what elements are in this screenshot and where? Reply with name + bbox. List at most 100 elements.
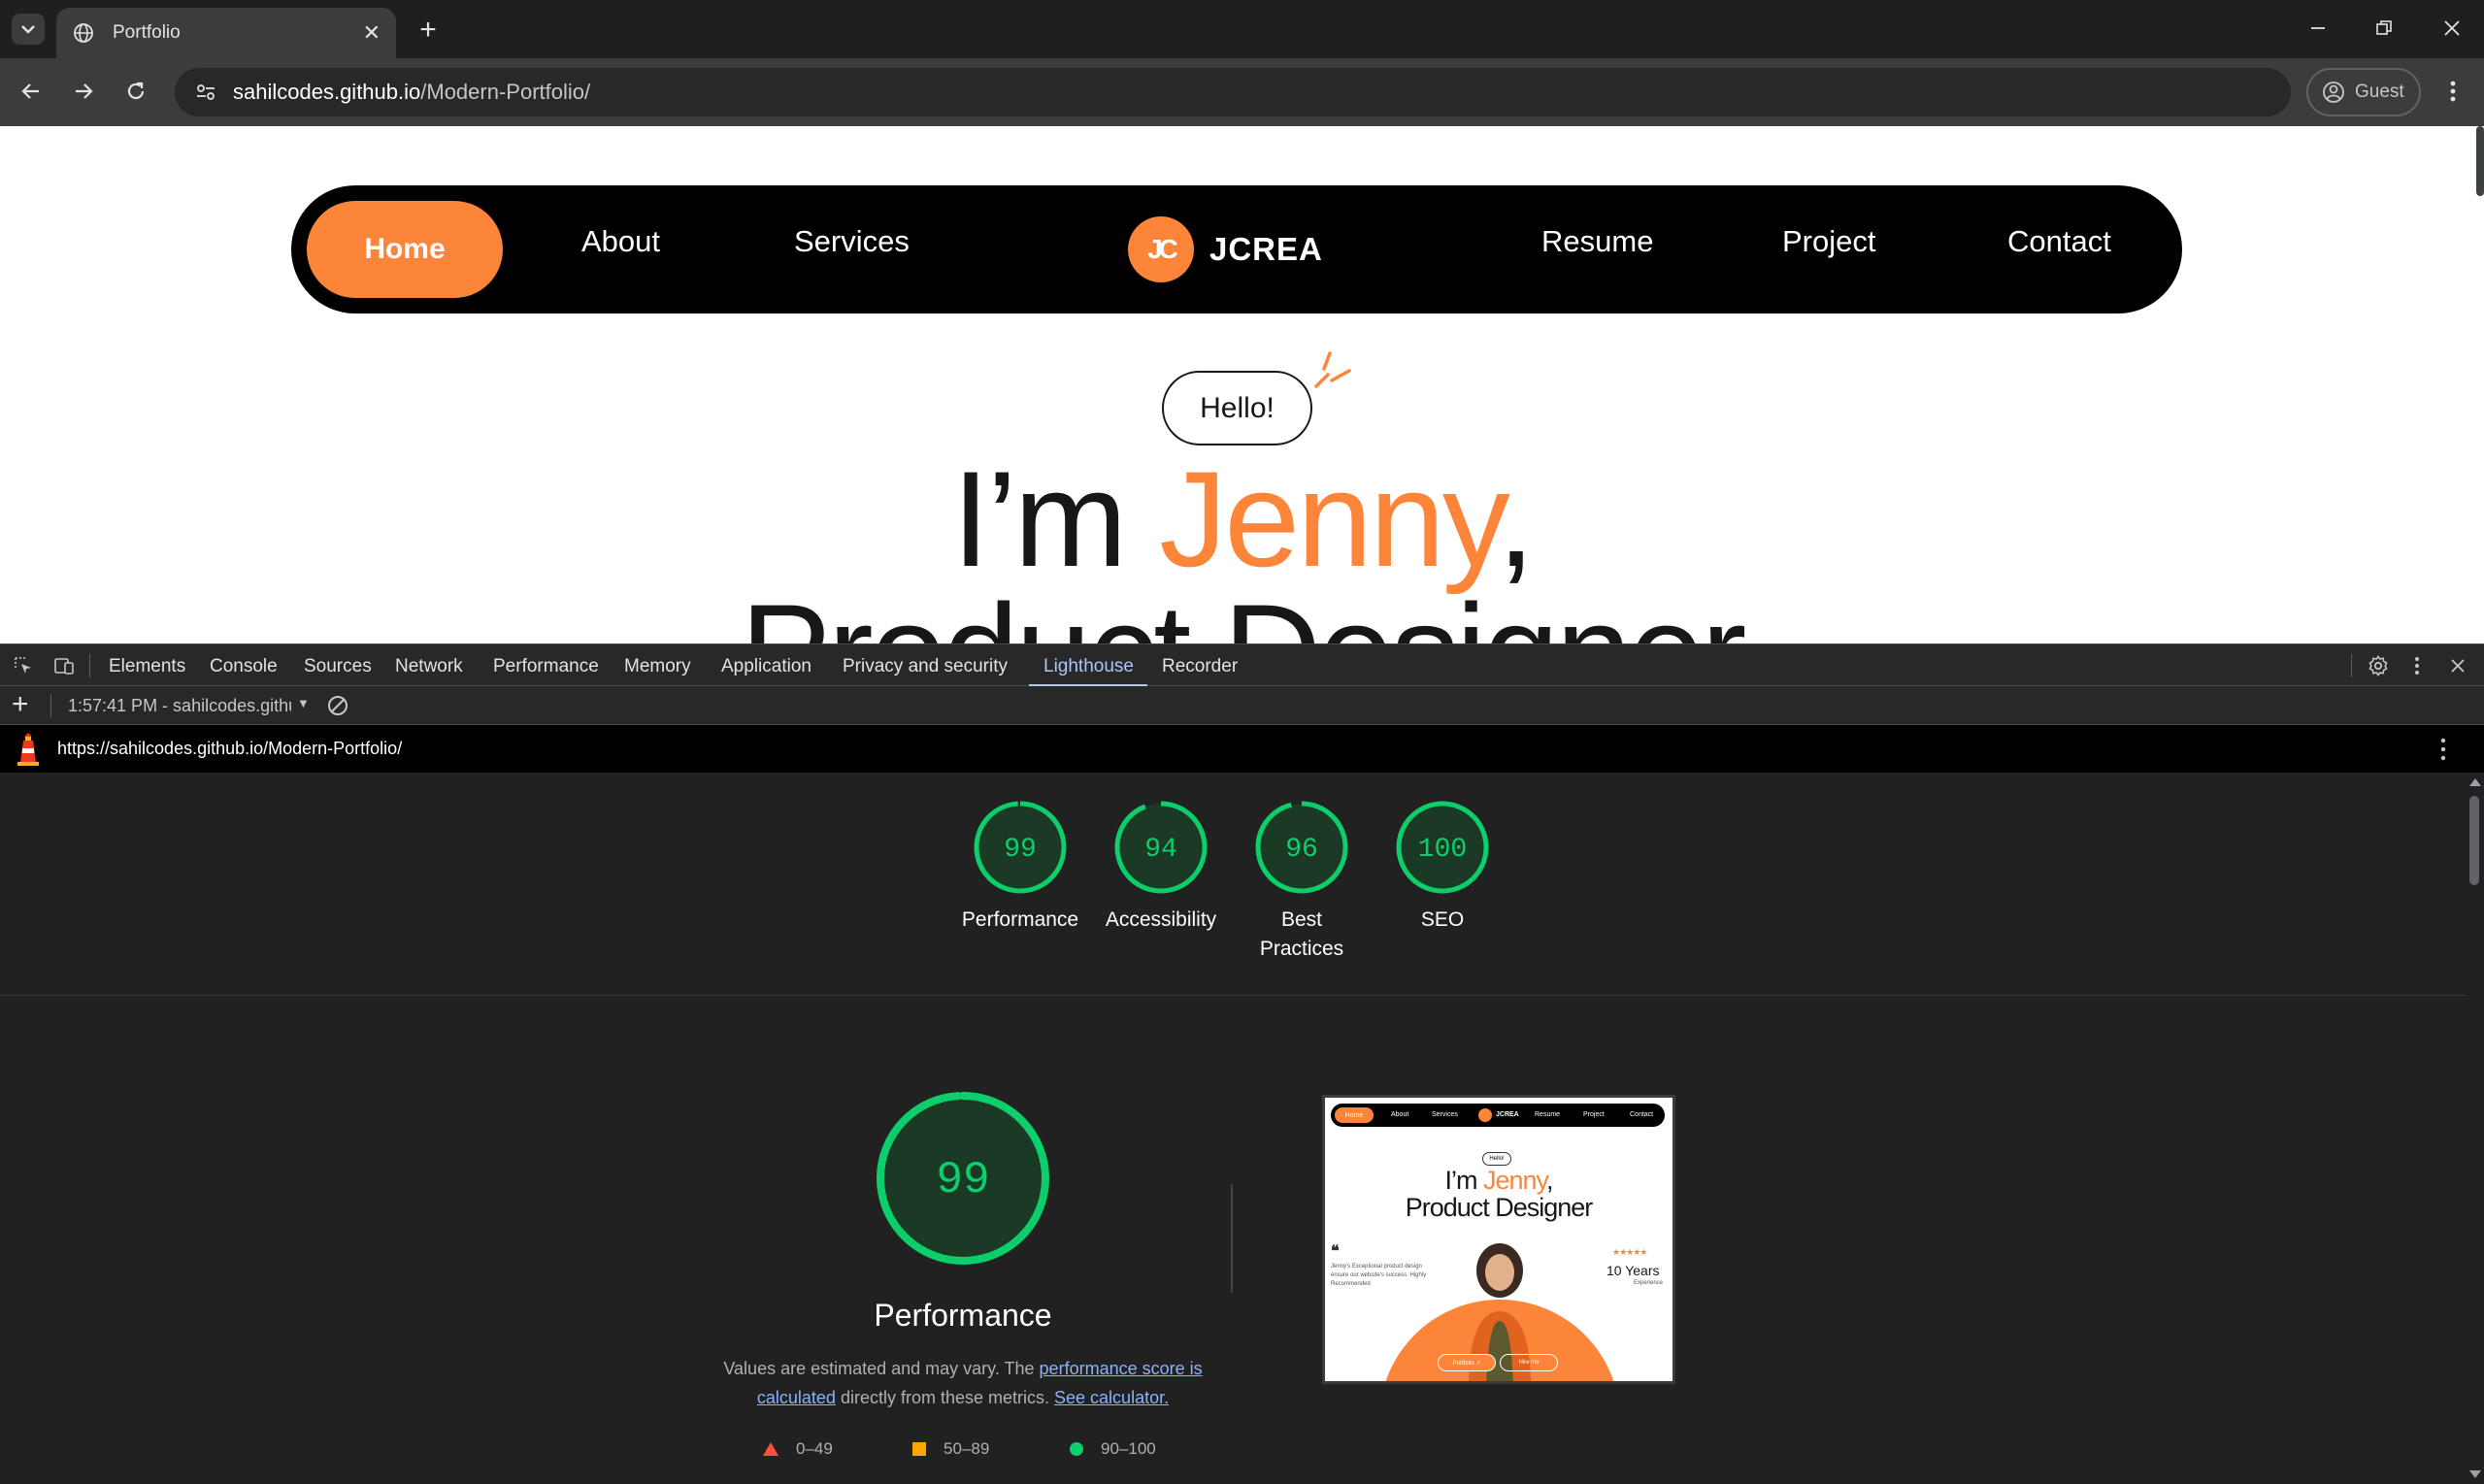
minimize-button[interactable] <box>2299 12 2337 45</box>
orange-square-icon <box>912 1442 926 1456</box>
nav-contact-link[interactable]: Contact <box>2007 224 2111 259</box>
page-scrollbar-thumb[interactable] <box>2476 126 2484 196</box>
devtools-menu-icon[interactable] <box>2403 652 2431 679</box>
legend-average-range: 50–89 <box>944 1439 990 1458</box>
forward-button[interactable] <box>64 72 103 111</box>
score-gauge[interactable]: 94 Accessibility <box>1083 799 1239 935</box>
profile-icon <box>2323 82 2344 103</box>
disclaimer-text-1: Values are estimated and may vary. The <box>723 1359 1040 1378</box>
close-window-button[interactable] <box>2433 12 2471 45</box>
score-gauge[interactable]: 100 SEO <box>1365 799 1520 935</box>
nav-services-link[interactable]: Services <box>794 224 910 259</box>
report-menu-icon[interactable] <box>2440 737 2446 762</box>
browser-tab[interactable]: Portfolio ✕ <box>56 8 396 58</box>
performance-score-gauge: 99 <box>877 1092 1049 1265</box>
chevron-down-icon <box>21 25 35 34</box>
url-path: /Modern-Portfolio/ <box>420 80 591 104</box>
site-info-icon[interactable] <box>188 75 223 110</box>
minimize-icon <box>2311 27 2325 29</box>
tab-lighthouse[interactable]: Lighthouse <box>1043 656 1134 677</box>
scroll-down-arrow-icon[interactable] <box>2469 1470 2481 1478</box>
tab-title: Portfolio <box>113 22 181 43</box>
site-navbar: Home About Services JC JCREA Resume Proj… <box>291 185 2182 313</box>
brand-logo: JC <box>1128 216 1194 282</box>
nav-about-link[interactable]: About <box>581 224 660 259</box>
globe-icon <box>74 23 93 43</box>
tab-network[interactable]: Network <box>395 656 463 677</box>
tab-strip: Portfolio ✕ + <box>0 0 2484 58</box>
reload-icon <box>127 82 145 100</box>
score-legend: 0–49 50–89 90–100 <box>763 1439 1209 1463</box>
thumb-heading-prefix: I’m <box>1444 1166 1483 1195</box>
report-selector[interactable]: 1:57:41 PM - sahilcodes.github.io <box>68 696 291 716</box>
nav-home-link[interactable]: Home <box>307 201 503 298</box>
score-gauge[interactable]: 96 Best Practices <box>1224 799 1379 964</box>
browser-menu-button[interactable] <box>2438 72 2467 111</box>
device-toolbar-icon[interactable] <box>50 652 78 679</box>
nav-resume-link[interactable]: Resume <box>1541 224 1653 259</box>
page-screenshot-thumbnail[interactable]: Home About Services JCREA Resume Project… <box>1322 1095 1675 1384</box>
score-ring: 94 <box>1114 801 1208 894</box>
new-tab-button[interactable]: + <box>412 14 445 47</box>
report-scrollbar[interactable] <box>2466 773 2484 1484</box>
hero-prefix: I’m <box>951 443 1160 595</box>
clear-reports-icon[interactable] <box>326 694 349 717</box>
tab-application[interactable]: Application <box>721 656 811 677</box>
lighthouse-report-header: https://sahilcodes.github.io/Modern-Port… <box>0 725 2484 773</box>
tab-sources[interactable]: Sources <box>304 656 372 677</box>
legend-pass: 90–100 <box>1070 1439 1156 1459</box>
lighthouse-logo-icon <box>17 733 39 766</box>
page-viewport: Home About Services JC JCREA Resume Proj… <box>0 126 2484 643</box>
thumb-heading: I’m Jenny, <box>1325 1168 1673 1194</box>
performance-score-value: 99 <box>936 1155 989 1205</box>
site-brand[interactable]: JC JCREA <box>1128 216 1323 282</box>
settings-gear-icon[interactable] <box>2365 652 2392 679</box>
new-report-button[interactable]: + <box>12 688 29 721</box>
address-bar[interactable]: sahilcodes.github.io/Modern-Portfolio/ <box>175 68 2291 116</box>
devtools-close-icon[interactable] <box>2444 652 2471 679</box>
tab-recorder[interactable]: Recorder <box>1162 656 1238 677</box>
back-button[interactable] <box>12 72 50 111</box>
tab-close-icon[interactable]: ✕ <box>363 20 381 46</box>
performance-title: Performance <box>874 1298 1052 1333</box>
hello-badge: Hello! <box>1162 371 1312 445</box>
tab-performance[interactable]: Performance <box>493 656 599 677</box>
scroll-up-arrow-icon[interactable] <box>2469 778 2481 786</box>
browser-toolbar: sahilcodes.github.io/Modern-Portfolio/ G… <box>0 58 2484 126</box>
thumb-heading-name: Jenny <box>1482 1166 1547 1195</box>
thumb-subheading: Product Designer <box>1405 1193 1594 1222</box>
report-dropdown-caret-icon[interactable]: ▼ <box>297 696 310 710</box>
devtools-separator <box>2351 654 2352 677</box>
thumb-experience: Experience <box>1634 1280 1664 1286</box>
lighthouse-toolbar: + 1:57:41 PM - sahilcodes.github.io ▼ <box>0 686 2484 725</box>
score-ring: 99 <box>974 801 1067 894</box>
hero-subheading: Product Designer <box>0 584 2484 644</box>
tab-privacy-security[interactable]: Privacy and security <box>843 656 1008 677</box>
score-ring: 96 <box>1255 801 1348 894</box>
page-scrollbar[interactable] <box>2474 126 2484 643</box>
profile-button[interactable]: Guest <box>2306 68 2421 116</box>
devtools-separator <box>50 694 51 717</box>
sparkle-icon <box>1314 351 1351 388</box>
arrow-right-icon <box>76 83 93 99</box>
thumb-portfolio-button: Portfolio ↗ <box>1438 1354 1496 1371</box>
thumb-navbar: Home About Services JCREA Resume Project… <box>1331 1104 1665 1127</box>
see-calculator-link[interactable]: See calculator. <box>1054 1388 1169 1407</box>
thumb-services: Services <box>1432 1111 1458 1118</box>
legend-average: 50–89 <box>912 1439 989 1459</box>
tab-console[interactable]: Console <box>210 656 278 677</box>
score-label: SEO <box>1420 908 1465 931</box>
tab-search-button[interactable] <box>12 14 45 45</box>
inspect-element-icon[interactable] <box>10 652 37 679</box>
nav-project-link[interactable]: Project <box>1782 224 1875 259</box>
report-scrollbar-thumb[interactable] <box>2469 796 2479 885</box>
tab-memory[interactable]: Memory <box>624 656 691 677</box>
red-triangle-icon <box>763 1442 778 1456</box>
score-gauge[interactable]: 99 Performance <box>943 799 1098 935</box>
score-label: Performance <box>961 908 1079 931</box>
restore-button[interactable] <box>2365 12 2403 45</box>
legend-pass-range: 90–100 <box>1101 1439 1156 1458</box>
reload-button[interactable] <box>116 72 155 111</box>
score-value: 99 <box>1004 835 1037 865</box>
tab-elements[interactable]: Elements <box>109 656 185 677</box>
